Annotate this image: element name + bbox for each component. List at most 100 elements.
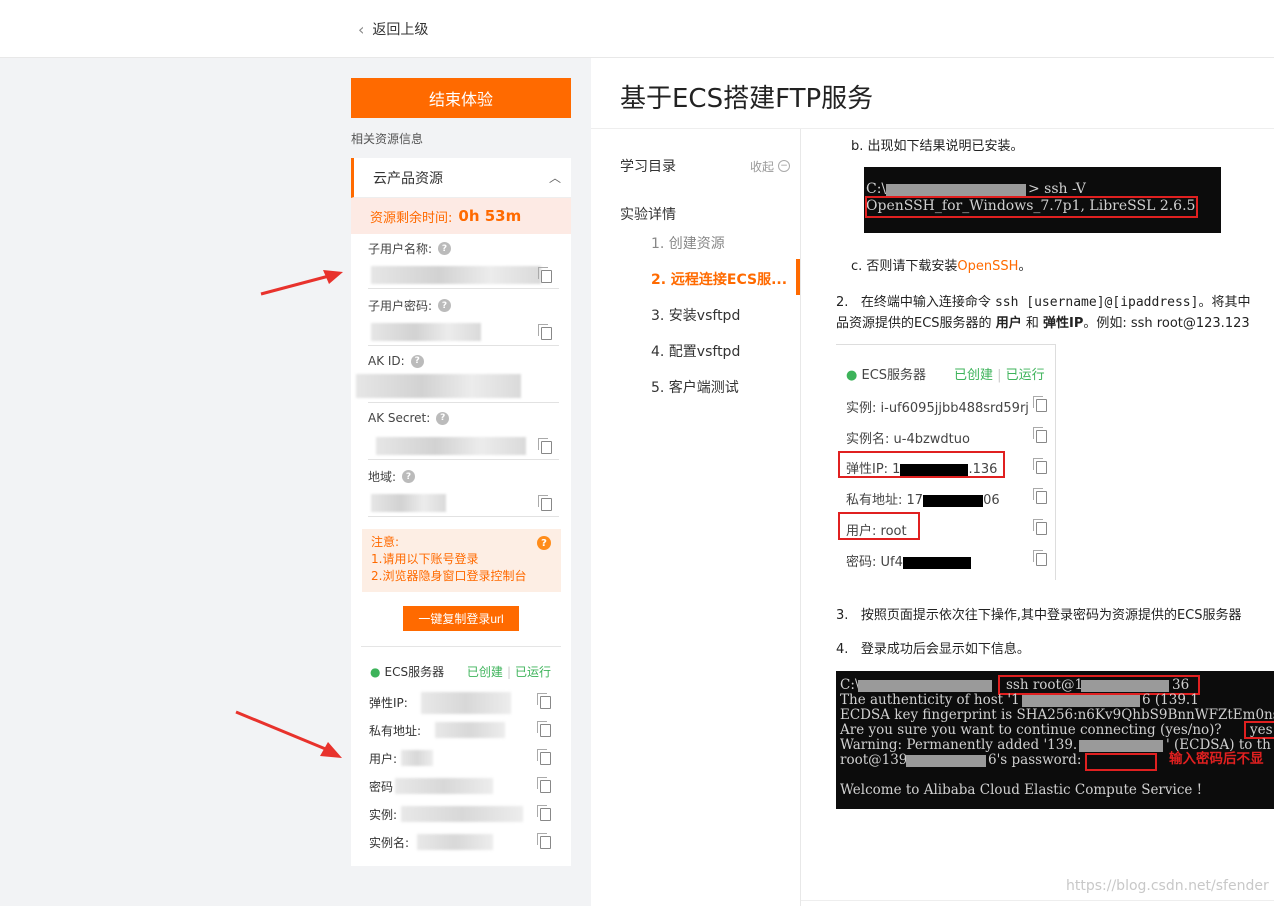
ecs-info-card-image: ● ECS服务器 已创建 | 已运行 实例: i-uf6095jjbb488sr… — [836, 344, 1056, 580]
copy-icon[interactable] — [538, 495, 552, 511]
step-4-text: 4. 登录成功后会显示如下信息。 — [836, 642, 1030, 657]
help-icon[interactable]: ? — [402, 470, 416, 483]
help-icon[interactable]: ? — [438, 242, 452, 255]
toc-item[interactable]: 1. 创建资源 — [651, 233, 725, 253]
copy-icon — [1033, 396, 1047, 412]
term-line: ECDSA key fingerprint is SHA256:n6Kv9Qhb… — [840, 707, 1274, 723]
row-label: 私有地址: — [369, 723, 422, 738]
card-status: 已创建 | 已运行 — [954, 368, 1045, 383]
blurred-value — [421, 692, 511, 714]
field-ak-id: AK ID:? — [351, 348, 571, 405]
field-label: 子用户密码: — [368, 299, 433, 313]
back-link[interactable]: ‹ 返回上级 — [358, 19, 428, 39]
toc-item[interactable]: 4. 配置vsftpd — [651, 341, 740, 361]
blurred-value — [376, 437, 526, 455]
arrow-annotation-icon — [235, 710, 342, 758]
tutorial-content: b. 出现如下结果说明已安装。 C:\ > ssh -V OpenSSH_for… — [802, 129, 1274, 906]
blurred-value — [371, 323, 481, 341]
copy-login-url-button[interactable]: 一键复制登录url — [403, 606, 519, 631]
term-line: The authenticity of host '1 — [840, 692, 1020, 708]
redacted-bar — [1079, 740, 1163, 752]
field-underline — [368, 345, 559, 346]
step-c-text: c. 否则请下载安装OpenSSH。 — [851, 259, 1032, 274]
toc-item[interactable]: 5. 客户端测试 — [651, 377, 739, 397]
card-instance: 实例: i-uf6095jjbb488srd59rj — [846, 401, 1029, 416]
toc-item[interactable]: 3. 安装vsftpd — [651, 305, 740, 325]
row-label: 弹性IP: — [369, 695, 408, 710]
copy-icon[interactable] — [537, 805, 551, 821]
step-2-text: 2. 在终端中输入连接命令 ssh [username]@[ipaddress]… — [836, 295, 1251, 310]
field-underline — [368, 402, 559, 403]
help-icon[interactable]: ? — [537, 536, 551, 550]
row-label: 密码 — [369, 779, 394, 794]
collapse-button[interactable]: 收起 − — [750, 156, 790, 176]
field-label: AK Secret: — [368, 411, 431, 425]
help-icon[interactable]: ? — [436, 411, 450, 425]
copy-icon[interactable] — [537, 721, 551, 737]
blurred-value — [435, 722, 505, 738]
blurred-value — [356, 374, 521, 398]
row-label: 用户: — [369, 751, 398, 766]
field-ak-secret: AK Secret:? — [351, 405, 571, 462]
highlight-box — [1085, 753, 1157, 771]
term-line: 6 (139.1 — [1142, 692, 1199, 708]
chevron-left-icon: ‹ — [358, 19, 365, 39]
blurred-value — [371, 266, 541, 284]
notice-line-2: 2.浏览器隐身窗口登录控制台 — [371, 569, 527, 583]
field-underline — [368, 459, 559, 460]
panel-title: 云产品资源 — [373, 170, 443, 187]
field-label: 地域: — [368, 470, 397, 484]
notice-box: 注意: 1.请用以下账号登录 2.浏览器隐身窗口登录控制台 ? — [362, 529, 561, 592]
toc-header: 学习目录 收起 − — [620, 156, 790, 176]
step-b-text: b. 出现如下结果说明已安装。 — [851, 139, 1024, 154]
term-line: > ssh -V — [1028, 181, 1086, 197]
page-title: 基于ECS搭建FTP服务 — [620, 84, 874, 114]
blurred-value — [401, 750, 433, 766]
copy-icon — [1033, 458, 1047, 474]
copy-icon[interactable] — [537, 693, 551, 709]
copy-icon — [1033, 519, 1047, 535]
copy-icon — [1033, 550, 1047, 566]
help-icon[interactable]: ? — [410, 354, 424, 368]
help-icon[interactable]: ? — [438, 299, 452, 312]
term-line: Are you sure you want to continue connec… — [840, 722, 1222, 738]
ecs-row-password: 密码 — [351, 772, 571, 800]
divider — [801, 900, 1274, 901]
copy-icon[interactable] — [538, 267, 552, 283]
panel-header[interactable]: 云产品资源 ︿ — [351, 158, 571, 198]
back-label: 返回上级 — [372, 22, 429, 38]
openssh-link[interactable]: OpenSSH — [957, 259, 1018, 274]
step-2-line-2: 品资源提供的ECS服务器的 用户 和 弹性IP。例如: ssh root@123… — [836, 316, 1250, 331]
arrow-annotation-icon — [260, 270, 343, 296]
copy-icon[interactable] — [538, 438, 552, 454]
end-experience-button[interactable]: 结束体验 — [351, 78, 571, 118]
redacted-bar — [1022, 695, 1140, 707]
field-region: 地域:? — [351, 462, 571, 519]
blurred-value — [371, 494, 446, 512]
step-3-text: 3. 按照页面提示依次往下操作,其中登录密码为资源提供的ECS服务器 — [836, 608, 1242, 623]
field-label: 子用户名称: — [368, 242, 433, 256]
notice-title: 注意: — [371, 535, 400, 549]
active-indicator — [796, 259, 800, 295]
copy-icon[interactable] — [538, 324, 552, 340]
watermark: https://blog.csdn.net/sfender — [1066, 878, 1269, 894]
term-line: 6's password: — [988, 752, 1082, 768]
resource-info-title: 相关资源信息 — [351, 132, 424, 146]
main-area: 基于ECS搭建FTP服务 学习目录 收起 − 实验详情 1. 创建资源 2. 远程… — [591, 58, 1274, 906]
status-dot-icon: ● — [370, 665, 381, 679]
ecs-row-private-ip: 私有地址: — [351, 716, 571, 744]
highlight-box — [838, 512, 920, 540]
toc-item-active[interactable]: 2. 远程连接ECS服... — [651, 269, 787, 289]
copy-icon[interactable] — [537, 777, 551, 793]
copy-icon[interactable] — [537, 749, 551, 765]
terminal-screenshot-2: C:\ ssh root@1 36 The authenticity of ho… — [836, 671, 1274, 809]
field-underline — [368, 516, 559, 517]
copy-icon — [1033, 488, 1047, 504]
timer-label: 资源剩余时间: — [370, 210, 453, 226]
copy-icon[interactable] — [537, 833, 551, 849]
annotation-text: 输入密码后不显 — [1169, 751, 1264, 767]
term-line: Welcome to Alibaba Cloud Elastic Compute… — [840, 782, 1203, 798]
ecs-row-user: 用户: — [351, 744, 571, 772]
card-password: 密码: Uf4 — [846, 551, 971, 570]
card-private-ip: 私有地址: 17 06 — [846, 493, 1000, 508]
